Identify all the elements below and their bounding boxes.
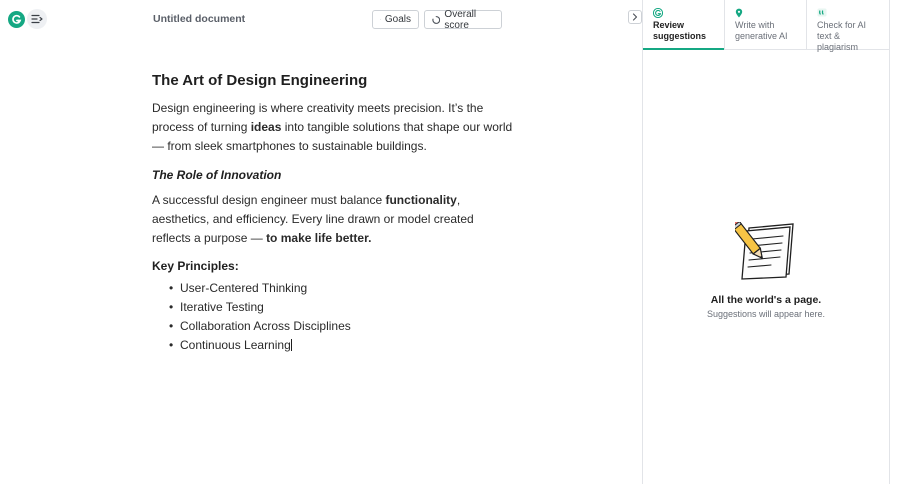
- empty-state: All the world's a page. Suggestions will…: [643, 222, 889, 319]
- tab-label: Check for AI text & plagiarism: [817, 20, 867, 52]
- tab-ai-plagiarism[interactable]: Check for AI text & plagiarism: [807, 0, 889, 52]
- tab-label: Write with generative AI: [735, 20, 788, 41]
- innovation-paragraph: A successful design engineer must balanc…: [152, 193, 474, 245]
- sidebar-menu-button[interactable]: [27, 9, 47, 29]
- overall-score-button[interactable]: Overall score: [424, 8, 502, 31]
- tab-label: Review suggestions: [653, 20, 707, 41]
- notepad-pencil-icon: [735, 222, 794, 280]
- grammarly-logo-icon: [653, 7, 663, 18]
- goals-button[interactable]: Goals: [372, 10, 419, 29]
- list-item: User-Centered Thinking: [169, 279, 514, 298]
- list-item: Continuous Learning: [169, 336, 514, 355]
- goals-label: Goals: [384, 14, 411, 25]
- doc-heading: The Art of Design Engineering: [152, 72, 368, 89]
- tab-review-suggestions[interactable]: Review suggestions: [643, 0, 725, 50]
- tab-generative-ai[interactable]: Write with generative AI: [725, 0, 807, 49]
- principles-heading: Key Principles:: [152, 259, 239, 273]
- doc-subheading: The Role of Innovation: [152, 168, 282, 182]
- empty-state-subtitle: Suggestions will appear here.: [706, 309, 826, 319]
- panel-tabs: Review suggestions Write with generative…: [643, 0, 889, 52]
- score-ring-icon: [432, 15, 441, 24]
- list-item: Iterative Testing: [169, 298, 514, 317]
- overall-score-label: Overall score: [444, 8, 477, 31]
- quote-icon: [817, 8, 827, 17]
- list-item: Collaboration Across Disciplines: [169, 317, 514, 336]
- menu-icon: [31, 14, 43, 24]
- document-body[interactable]: The Art of Design Engineering Design eng…: [152, 72, 514, 355]
- editor-area: Untitled document Goals Overall score Th…: [0, 0, 642, 484]
- ai-pin-icon: [735, 8, 743, 17]
- text-cursor: [290, 339, 292, 351]
- document-title[interactable]: Untitled document: [153, 13, 245, 25]
- collapse-panel-button[interactable]: [628, 10, 642, 24]
- assistant-panel: Review suggestions Write with generative…: [642, 0, 890, 484]
- grammarly-logo-icon[interactable]: [8, 11, 25, 28]
- principles-list: User-Centered Thinking Iterative Testing…: [169, 279, 514, 355]
- empty-state-title: All the world's a page.: [710, 294, 822, 306]
- target-icon: [380, 19, 381, 20]
- intro-paragraph: Design engineering is where creativity m…: [152, 101, 513, 153]
- chevron-right-icon: [632, 13, 638, 21]
